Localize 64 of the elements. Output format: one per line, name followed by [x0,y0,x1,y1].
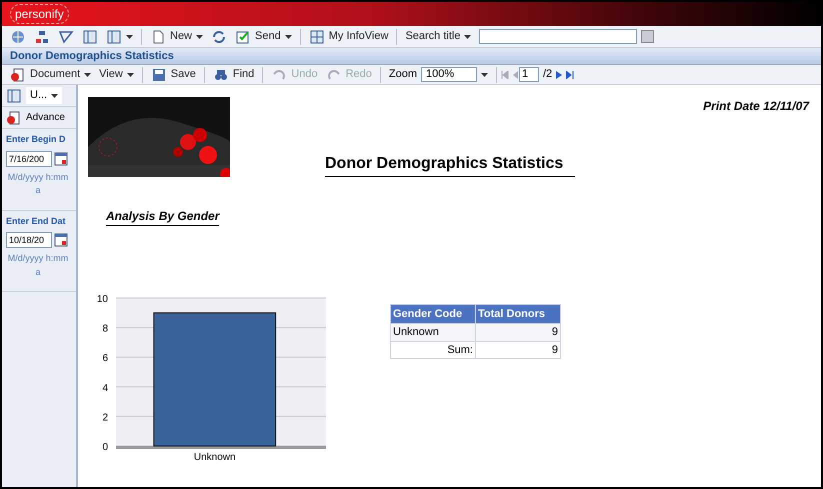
zoom-dropdown[interactable]: 100% [421,67,477,82]
triangle-icon [58,28,74,44]
caret-icon [126,72,134,76]
axis-tick-label: 6 [102,353,108,364]
panel-icon [106,28,122,44]
document-icon [6,110,22,126]
send-icon [235,28,252,44]
search-field[interactable] [479,29,638,44]
go-button[interactable] [641,30,654,43]
date-format-hint: M/d/yyyy h:mm a [6,170,70,197]
caret-icon [84,72,92,76]
date-format-hint: M/d/yyyy h:mm a [6,252,70,278]
caret-icon [464,34,472,38]
column-header: Gender Code [390,304,476,324]
zoom-label: Zoom [388,67,418,82]
caret-icon [196,34,204,38]
axis-tick-label: 2 [102,412,108,424]
menu-button[interactable]: New [146,28,208,45]
panel-icon [6,88,22,104]
menu-button[interactable]: View [95,66,138,83]
axis-tick-label: 4 [102,382,108,394]
grid-icon [308,28,325,44]
globe-icon [10,28,26,44]
document-title: Donor Demographics Statistics [10,48,174,64]
axis-tick-label: 10 [96,294,108,305]
next-page-icon[interactable] [556,70,562,78]
panel-icon [82,28,98,44]
caret-icon [284,34,292,38]
axis-category-label: Unknown [194,452,236,461]
print-date: Print Date 12/11/07 [703,98,809,115]
toolbar-button[interactable]: Save [146,66,200,83]
document-icon [10,66,26,82]
prompt-label: Enter Begin D [6,133,66,146]
caret-icon [481,72,488,76]
advanced-button[interactable]: Advance [2,107,76,129]
tree-icon [34,28,50,44]
axis-tick-label: 8 [102,324,108,335]
table-cell: Sum: [390,341,476,358]
report-title: Donor Demographics Statistics [325,152,576,177]
table-cell: 9 [476,324,560,341]
section-heading: Analysis By Gender [106,207,220,226]
toolbar-button[interactable]: Find [208,66,258,83]
prompt-dropdown[interactable]: U... [26,87,62,104]
last-page-icon[interactable] [566,70,574,78]
date-field[interactable]: 7/16/200 [6,150,52,166]
calendar-icon[interactable] [54,233,68,247]
menu-button[interactable]: Document [6,66,96,83]
table-cell: 9 [476,341,560,358]
prompt-label: Enter End Dat [6,214,66,228]
caret-icon [51,94,58,98]
date-field[interactable]: 10/18/20 [6,232,52,248]
menu-button[interactable]: Send [231,28,296,45]
save-icon [150,66,167,82]
table-cell: Unknown [390,324,476,341]
page-total: /2 [542,67,554,82]
axis-tick-label: 0 [102,442,108,453]
caret-icon [126,34,133,38]
menu-button[interactable]: Search title [401,28,476,45]
page-field[interactable]: 1 [519,67,539,82]
column-header: Total Donors [476,304,560,324]
calendar-icon[interactable] [54,152,68,166]
brand-logo: personify [10,4,69,24]
toolbar-button[interactable]: My InfoView [304,28,392,45]
refresh-icon [211,28,228,44]
